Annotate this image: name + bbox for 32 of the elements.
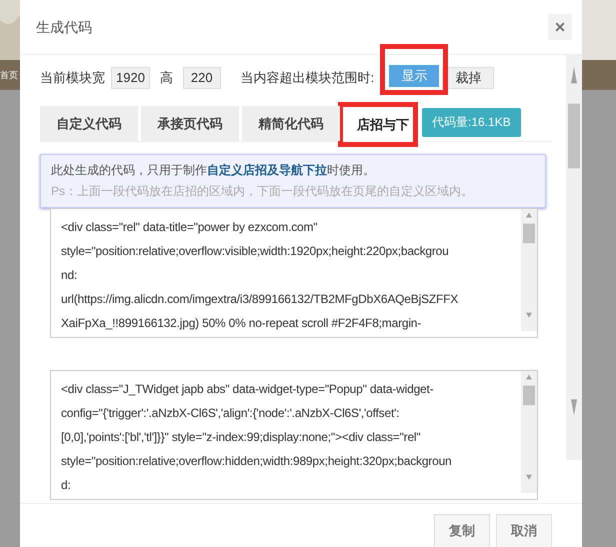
height-field[interactable]: 220 <box>182 67 221 89</box>
scrollbar-icon[interactable] <box>521 371 537 493</box>
close-button[interactable]: × <box>548 14 572 40</box>
code-size-badge: 代码量:16.1KB <box>422 108 521 137</box>
height-label: 高 <box>160 69 173 88</box>
code-line: url(https://img.alicdn.com/imgextra/i3/899166132/TB2MFgDbX6AQeBjSZFFX <box>61 291 460 308</box>
code-line: style="position:relative;overflow:hidden;width:989px;height:320px;backgroun <box>61 453 453 470</box>
overflow-option[interactable]: 裁掉 <box>442 67 494 89</box>
code-line: <div class="J_TWidget japb abs" data-widget-type="Popup" data-widget- <box>61 381 434 398</box>
scrollbar-icon[interactable] <box>566 55 582 460</box>
width-field[interactable]: 1920 <box>111 67 150 89</box>
code-field[interactable] <box>50 208 538 338</box>
notice-hint: Ps：上面一段代码放在店招的区域内，下面一段代码放在页尾的自定义区域内。 <box>51 183 474 200</box>
overflow-label: 当内容超出模块范围时: <box>240 69 374 88</box>
code-line: config="{'trigger':'.aNzbX-Cl6S','align':{'node':'.aNzbX-Cl6S','offset': <box>61 405 400 422</box>
code-line: [0,0],'points':['bl','tl']}}" style="z-index:99;display:none;"><div class="rel" <box>61 429 422 446</box>
code-line: style="position:relative;overflow:visible;width:1920px;height:220px;backgrou <box>61 243 450 260</box>
code-line: <div class="rel" data-title="power by ezxcom.com" <box>61 219 318 236</box>
dialog-title: 生成代码 <box>36 18 92 36</box>
code-line: d: <box>61 477 72 494</box>
code-line: nd: <box>61 267 78 284</box>
notice-text: 此处生成的代码，只用于制作自定义店招及导航下拉时使用。 <box>51 162 376 179</box>
dialog-button[interactable]: 取消 <box>496 514 552 547</box>
width-label: 当前模块宽 <box>40 69 105 88</box>
tab[interactable]: 自定义代码 <box>40 106 138 141</box>
code-line: XaiFpXa_!!899166132.jpg) 50% 0% no-repeat scroll #F2F4F8;margin- <box>61 315 422 332</box>
tab[interactable]: 承接页代码 <box>141 106 239 141</box>
nav-text[interactable]: 首页 <box>0 62 20 88</box>
tab[interactable]: 精简化代码 <box>242 106 340 141</box>
scrollbar-icon[interactable] <box>521 209 537 331</box>
code-field[interactable] <box>50 370 538 500</box>
dialog-button[interactable]: 复制 <box>434 514 490 547</box>
